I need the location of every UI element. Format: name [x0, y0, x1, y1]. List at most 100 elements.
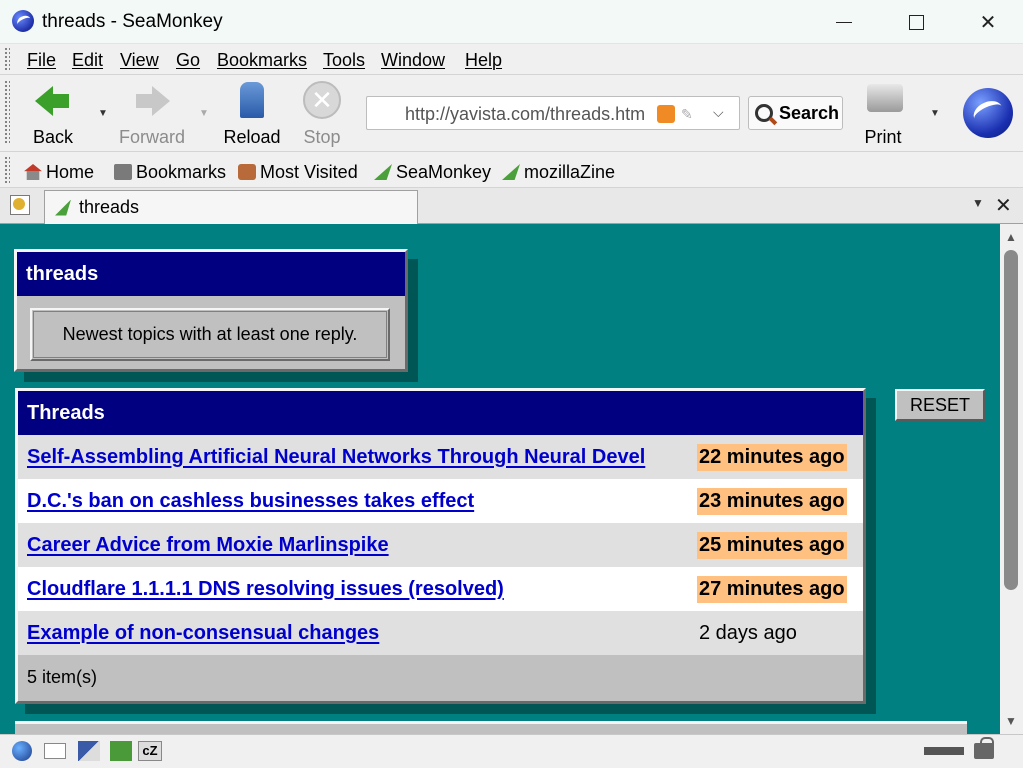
bookmark-bookmarks[interactable]: Bookmarks — [114, 161, 226, 183]
status-bar: cZ — [0, 734, 1023, 768]
menu-bookmarks[interactable]: Bookmarks — [217, 50, 307, 71]
thread-time: 2 days ago — [699, 622, 797, 644]
toolbar-grip[interactable] — [4, 156, 10, 184]
bookmark-mozillazine-label: mozillaZine — [524, 161, 616, 182]
thread-link[interactable]: Career Advice from Moxie Marlinspike — [27, 534, 389, 557]
rss-feed-icon[interactable] — [657, 105, 675, 123]
menu-edit[interactable]: Edit — [72, 50, 103, 71]
navigation-toolbar: Back ▼ Forward ▼ Reload ✕ Stop http://ya… — [0, 76, 1023, 152]
scrollbar-thumb[interactable] — [1004, 250, 1018, 590]
menu-view[interactable]: View — [120, 50, 159, 71]
folder-icon — [114, 164, 132, 180]
bookmark-home-label: Home — [46, 161, 95, 182]
thread-link[interactable]: D.C.'s ban on cashless businesses takes … — [27, 490, 474, 513]
bookmark-seamonkey-label: SeaMonkey — [396, 161, 492, 182]
tab-list-dropdown-icon[interactable]: ▼ — [972, 196, 984, 210]
stop-icon: ✕ — [302, 80, 342, 119]
address-book-icon[interactable] — [110, 741, 132, 761]
url-bar[interactable]: http://yavista.com/threads.htm ✎ ⌵ — [366, 96, 740, 130]
bookmark-home[interactable]: Home — [24, 161, 94, 183]
seamonkey-app-icon — [12, 10, 34, 32]
description-box: Newest topics with at least one reply. — [30, 308, 390, 361]
thread-time: 27 minutes ago — [697, 576, 847, 603]
scroll-up-icon[interactable]: ▲ — [1005, 230, 1017, 244]
minimize-button[interactable] — [822, 6, 866, 38]
thread-row: Cloudflare 1.1.1.1 DNS resolving issues … — [18, 567, 863, 611]
threads-list-panel: Threads Self-Assembling Artificial Neura… — [15, 388, 866, 704]
home-icon — [24, 164, 42, 180]
bookmark-most-visited[interactable]: Most Visited — [238, 161, 358, 183]
bookmark-leaf-icon — [374, 164, 392, 180]
scroll-down-icon[interactable]: ▼ — [1005, 714, 1017, 728]
item-count: 5 item(s) — [18, 655, 863, 699]
tab-favicon-icon — [55, 199, 71, 216]
url-history-dropdown-icon[interactable]: ⌵ — [713, 104, 724, 121]
toolbar-grip[interactable] — [4, 47, 10, 71]
most-visited-icon — [238, 164, 256, 180]
forward-history-dropdown-icon[interactable]: ▼ — [199, 108, 209, 119]
toolbar-grip[interactable] — [4, 80, 10, 144]
thread-time: 22 minutes ago — [697, 444, 847, 471]
threads-info-panel: threads Newest topics with at least one … — [14, 249, 408, 372]
close-icon: ✕ — [979, 11, 997, 34]
thread-row: Self-Assembling Artificial Neural Networ… — [18, 435, 863, 479]
thread-link[interactable]: Example of non-consensual changes — [27, 622, 379, 645]
reload-button[interactable]: Reload — [217, 80, 287, 148]
forward-arrow-icon — [132, 80, 172, 117]
menu-help[interactable]: Help — [465, 50, 502, 71]
tab-threads[interactable]: threads — [44, 190, 418, 224]
thread-time: 25 minutes ago — [697, 532, 847, 559]
bookmark-seamonkey[interactable]: SeaMonkey — [374, 161, 491, 183]
url-text[interactable]: http://yavista.com/threads.htm — [405, 104, 645, 125]
search-label: Search — [779, 102, 840, 123]
seamonkey-throbber-logo[interactable] — [963, 88, 1013, 138]
maximize-icon — [908, 14, 924, 30]
thread-row: Career Advice from Moxie Marlinspike 25 … — [18, 523, 863, 567]
close-tab-icon[interactable]: ✕ — [995, 193, 1012, 218]
thread-row: D.C.'s ban on cashless businesses takes … — [18, 479, 863, 523]
printer-icon — [863, 80, 903, 117]
composer-icon[interactable] — [78, 741, 100, 761]
new-tab-icon[interactable] — [10, 195, 30, 215]
threads-panel-title: Threads — [18, 391, 863, 435]
back-button[interactable]: Back — [18, 80, 88, 148]
bookmark-tag-icon[interactable]: ✎ — [681, 106, 697, 122]
bookmark-most-visited-label: Most Visited — [260, 161, 358, 182]
thread-time: 23 minutes ago — [697, 488, 847, 515]
back-label: Back — [32, 127, 74, 147]
minimize-icon — [836, 21, 852, 23]
menu-bar: File Edit View Go Bookmarks Tools Window… — [0, 44, 1023, 75]
mail-icon[interactable] — [44, 743, 66, 759]
maximize-button[interactable] — [894, 6, 938, 38]
stop-button[interactable]: ✕ Stop — [287, 80, 357, 148]
back-history-dropdown-icon[interactable]: ▼ — [98, 108, 108, 119]
thread-row: Example of non-consensual changes 2 days… — [18, 611, 863, 655]
thread-link[interactable]: Self-Assembling Artificial Neural Networ… — [27, 446, 645, 469]
chatzilla-icon[interactable]: cZ — [138, 741, 162, 761]
menu-window[interactable]: Window — [381, 50, 445, 71]
menu-tools[interactable]: Tools — [323, 50, 365, 71]
window-title: threads - SeaMonkey — [42, 11, 223, 32]
thread-link[interactable]: Cloudflare 1.1.1.1 DNS resolving issues … — [27, 578, 504, 601]
tab-title: threads — [79, 197, 140, 217]
back-arrow-icon — [33, 80, 73, 117]
close-button[interactable]: ✕ — [966, 6, 1010, 38]
print-dropdown-icon[interactable]: ▼ — [930, 108, 940, 119]
bookmark-leaf-icon — [502, 164, 520, 180]
search-button[interactable]: Search — [748, 96, 843, 130]
online-status-plug-icon[interactable] — [924, 747, 964, 755]
menu-go[interactable]: Go — [176, 50, 200, 71]
browser-globe-icon[interactable] — [12, 741, 32, 761]
tab-bar: threads ▼ ✕ — [0, 188, 1023, 224]
menu-file[interactable]: File — [27, 50, 56, 71]
forward-button[interactable]: Forward — [117, 80, 187, 148]
next-panel-partial — [15, 721, 967, 734]
reset-button[interactable]: RESET — [895, 389, 985, 421]
bookmark-mozillazine[interactable]: mozillaZine — [502, 161, 615, 183]
page-content: threads Newest topics with at least one … — [0, 224, 1000, 734]
stop-label: Stop — [303, 127, 341, 147]
print-button[interactable]: Print — [848, 80, 918, 148]
info-panel-title: threads — [17, 252, 405, 296]
vertical-scrollbar[interactable]: ▲ ▼ — [1000, 224, 1023, 734]
security-lock-icon[interactable] — [974, 737, 994, 759]
